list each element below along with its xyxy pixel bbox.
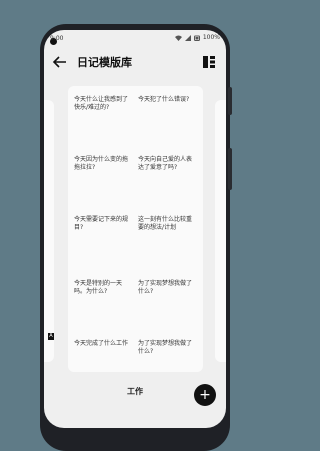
app-bar: 日记模版库 [44, 48, 226, 76]
battery-text: 100% [202, 34, 220, 41]
next-template-card[interactable] [215, 100, 226, 362]
phone-screen: 9:00 100% 日记模版库 今天什么让我感到了快乐/难过的? 今天犯了什么错… [44, 30, 226, 428]
battery-icon [193, 35, 200, 41]
index-letter[interactable]: A [48, 333, 54, 340]
signal-icon [184, 34, 191, 41]
template-card[interactable]: 今天什么让我感到了快乐/难过的? 今天犯了什么错误? 今天因为什么变的拖拖拉拉?… [68, 86, 203, 372]
add-template-button[interactable]: + [194, 384, 216, 406]
prompt-5: 今天需要记下来的规目? [74, 216, 129, 231]
back-arrow-icon[interactable] [52, 54, 68, 70]
volume-button [228, 87, 232, 115]
prompt-2: 今天犯了什么错误? [138, 96, 190, 103]
status-time: 9:00 [50, 35, 64, 42]
prompt-1: 今天什么让我感到了快乐/难过的? [74, 96, 129, 111]
status-right: 100% [174, 34, 220, 41]
prev-template-card[interactable] [44, 100, 54, 362]
prompt-3: 今天因为什么变的拖拖拉拉? [74, 156, 129, 171]
page-title: 日记模版库 [77, 56, 132, 69]
prompt-4: 今天向自己爱的人表达了爱意了吗? [138, 156, 193, 171]
power-button [228, 148, 232, 190]
prompt-9: 今天完成了什么工作 [74, 340, 129, 347]
prompt-10: 为了实现梦想我做了什么? [138, 340, 193, 355]
prompt-8: 为了实现梦想我做了什么? [138, 280, 193, 295]
wifi-icon [174, 35, 182, 41]
prompt-7: 今天是特别的一天吗。为什么? [74, 280, 123, 295]
status-bar: 9:00 100% [44, 30, 226, 46]
prompt-6: 这一刻有什么比较重要的想法/计划 [138, 216, 193, 231]
list-view-icon[interactable] [202, 55, 216, 69]
